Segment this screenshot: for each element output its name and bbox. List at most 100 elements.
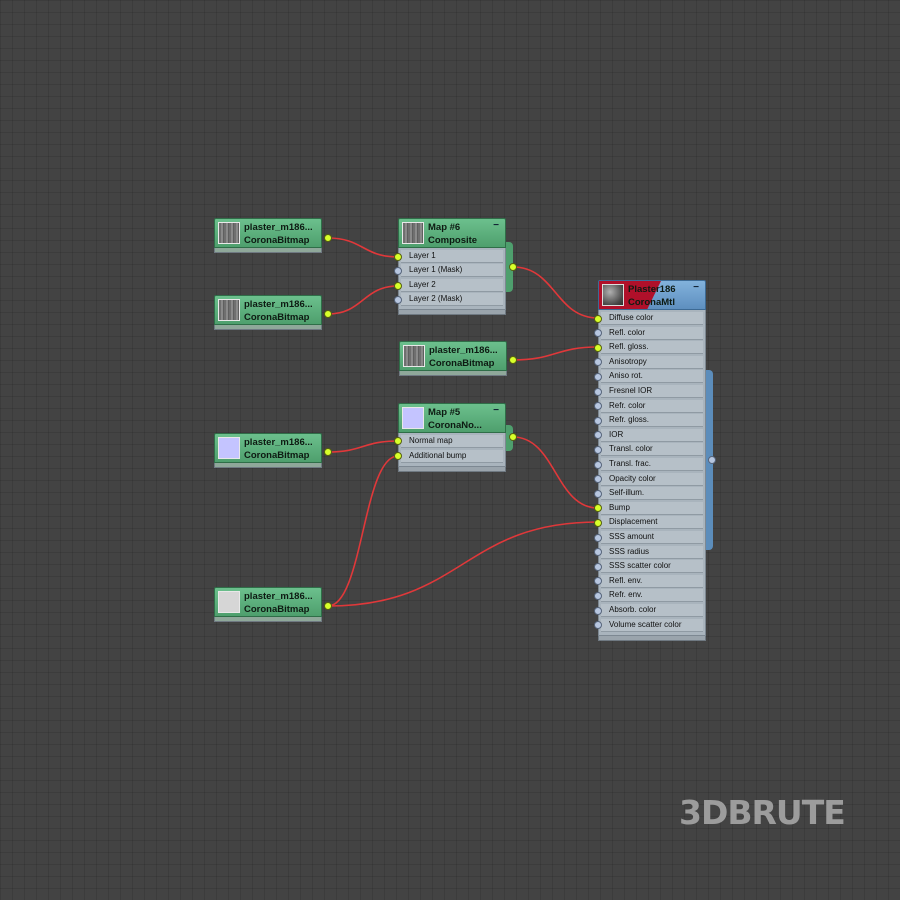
material-node-header[interactable]: Plaster186 CoronaMtl −	[598, 280, 706, 310]
node-slot-list: Layer 1 Layer 1 (Mask) Layer 2 Layer 2 (…	[398, 248, 506, 310]
material-input-socket[interactable]	[594, 606, 602, 615]
connection-wire[interactable]	[327, 237, 399, 258]
slot-displacement[interactable]: Displacement	[601, 516, 703, 530]
composite-node-header[interactable]: Map #6 Composite −	[398, 218, 506, 248]
node-footer	[214, 617, 322, 622]
slot-bump[interactable]: Bump	[601, 501, 703, 515]
slot-label: Layer 2 (Mask)	[409, 294, 463, 303]
slot-fresnel-ior[interactable]: Fresnel IOR	[601, 385, 703, 398]
bitmap-node-header[interactable]: plaster_m186... CoronaBitmap	[399, 341, 507, 371]
material-input-socket[interactable]	[594, 387, 602, 396]
connection-wire[interactable]	[512, 266, 599, 319]
composite-layer-1-socket[interactable]	[394, 253, 402, 261]
material-input-socket[interactable]	[594, 562, 602, 571]
collapse-button[interactable]: −	[493, 406, 499, 416]
composite-map-node[interactable]: Map #6 Composite − Layer 1 Layer 1 (Mask…	[398, 218, 506, 316]
material-input-socket[interactable]	[594, 314, 602, 323]
node-footer	[214, 463, 322, 468]
slot-refr-env[interactable]: Refr. env.	[601, 589, 703, 603]
slot-normal-map[interactable]: Normal map	[401, 435, 503, 448]
bitmap-node-3[interactable]: plaster_m186... CoronaBitmap	[214, 433, 322, 473]
connection-wire[interactable]	[327, 285, 399, 315]
texture-thumbnail	[403, 345, 425, 367]
node-title: Plaster186	[628, 284, 676, 295]
bitmap-2-output-socket[interactable]	[324, 310, 332, 318]
slot-label: Diffuse color	[609, 313, 654, 322]
slot-refl-env[interactable]: Refl. env.	[601, 574, 703, 588]
additional-bump-input-socket[interactable]	[394, 452, 402, 460]
slot-anisotropy[interactable]: Anisotropy	[601, 355, 703, 369]
normal-map-input-socket[interactable]	[394, 437, 402, 445]
material-input-socket[interactable]	[594, 416, 602, 425]
slot-refr-color[interactable]: Refr. color	[601, 399, 703, 413]
corona-material-node[interactable]: Plaster186 CoronaMtl − Diffuse color Refl…	[598, 280, 706, 642]
slot-label: SSS scatter color	[609, 561, 671, 571]
bitmap-node-header[interactable]: plaster_m186... CoronaBitmap	[214, 587, 322, 617]
slot-sss-amount[interactable]: SSS amount	[601, 531, 703, 544]
material-input-socket[interactable]	[594, 372, 602, 381]
slot-ior[interactable]: IOR	[601, 428, 703, 442]
slot-absorb-color[interactable]: Absorb. color	[601, 604, 703, 617]
slot-label: Displacement	[609, 517, 658, 527]
slot-sss-scatter-color[interactable]: SSS scatter color	[601, 560, 703, 574]
bitmap-1-output-socket[interactable]	[324, 234, 332, 242]
slot-label: SSS radius	[609, 546, 650, 556]
slot-layer-2[interactable]: Layer 2	[401, 279, 503, 292]
slot-aniso-rot[interactable]: Aniso rot.	[601, 370, 703, 384]
slot-refr-gloss[interactable]: Refr. gloss.	[601, 414, 703, 428]
material-output-socket[interactable]	[708, 456, 716, 464]
bitmap-node-header[interactable]: plaster_m186... CoronaBitmap	[214, 218, 322, 248]
composite-layer-2-mask-socket[interactable]	[394, 296, 402, 304]
material-input-socket[interactable]	[594, 445, 602, 454]
texture-thumbnail	[218, 591, 240, 613]
slot-self-illum[interactable]: Self-illum.	[601, 487, 703, 501]
node-title: plaster_m186...	[244, 437, 313, 448]
connection-wire[interactable]	[327, 440, 399, 453]
slot-volume-scatter-color[interactable]: Volume scatter color	[601, 618, 703, 632]
collapse-button[interactable]: −	[693, 283, 699, 293]
slot-label: Self-illum.	[609, 488, 645, 498]
bitmap-node-4[interactable]: plaster_m186... CoronaBitmap	[214, 587, 322, 627]
composite-layer-2-socket[interactable]	[394, 282, 402, 290]
slot-layer-1-mask[interactable]: Layer 1 (Mask)	[401, 264, 503, 277]
bitmap-node-header[interactable]: plaster_m186... CoronaBitmap	[214, 433, 322, 463]
bitmap-5-output-socket[interactable]	[509, 356, 517, 364]
composite-layer-1-mask-socket[interactable]	[394, 267, 402, 275]
material-input-socket[interactable]	[594, 518, 602, 527]
slot-diffuse-color[interactable]: Diffuse color	[601, 312, 703, 325]
connection-wire[interactable]	[512, 346, 599, 361]
slot-sss-radius[interactable]: SSS radius	[601, 545, 703, 559]
collapse-button[interactable]: −	[493, 221, 499, 231]
composite-output-socket[interactable]	[509, 263, 517, 271]
bitmap-4-output-socket[interactable]	[324, 602, 332, 610]
normal-map-node[interactable]: Map #5 CoronaNo... − Normal map Addition…	[398, 403, 506, 473]
node-slot-list: Normal map Additional bump	[398, 433, 506, 467]
connection-wire[interactable]	[327, 521, 599, 607]
slot-transl-frac[interactable]: Transl. frac.	[601, 458, 703, 471]
connection-wire[interactable]	[327, 455, 399, 607]
bitmap-node-1[interactable]: plaster_m186... CoronaBitmap	[214, 218, 322, 258]
material-input-socket[interactable]	[594, 533, 602, 542]
material-input-socket[interactable]	[594, 489, 602, 498]
material-input-socket[interactable]	[594, 343, 602, 352]
slot-additional-bump[interactable]: Additional bump	[401, 450, 503, 463]
slot-opacity-color[interactable]: Opacity color	[601, 472, 703, 486]
normal-node-header[interactable]: Map #5 CoronaNo... −	[398, 403, 506, 433]
bitmap-3-output-socket[interactable]	[324, 448, 332, 456]
material-input-socket[interactable]	[594, 460, 602, 469]
slot-refl-gloss[interactable]: Refl. gloss.	[601, 341, 703, 355]
bitmap-node-5[interactable]: plaster_m186... CoronaBitmap	[399, 341, 507, 381]
slot-refl-color[interactable]: Refl. color	[601, 326, 703, 340]
slot-label: Layer 1	[409, 251, 436, 260]
normal-output-socket[interactable]	[509, 433, 517, 441]
slot-label: Refr. gloss.	[609, 415, 650, 425]
slot-transl-color[interactable]: Transl. color	[601, 443, 703, 457]
material-input-socket[interactable]	[594, 591, 602, 600]
bitmap-node-header[interactable]: plaster_m186... CoronaBitmap	[214, 295, 322, 325]
node-type: CoronaBitmap	[429, 358, 495, 369]
slot-label: Refl. env.	[609, 575, 643, 585]
connection-wire[interactable]	[512, 436, 599, 509]
slot-layer-2-mask[interactable]: Layer 2 (Mask)	[401, 293, 503, 306]
bitmap-node-2[interactable]: plaster_m186... CoronaBitmap	[214, 295, 322, 335]
slot-layer-1[interactable]: Layer 1	[401, 250, 503, 263]
